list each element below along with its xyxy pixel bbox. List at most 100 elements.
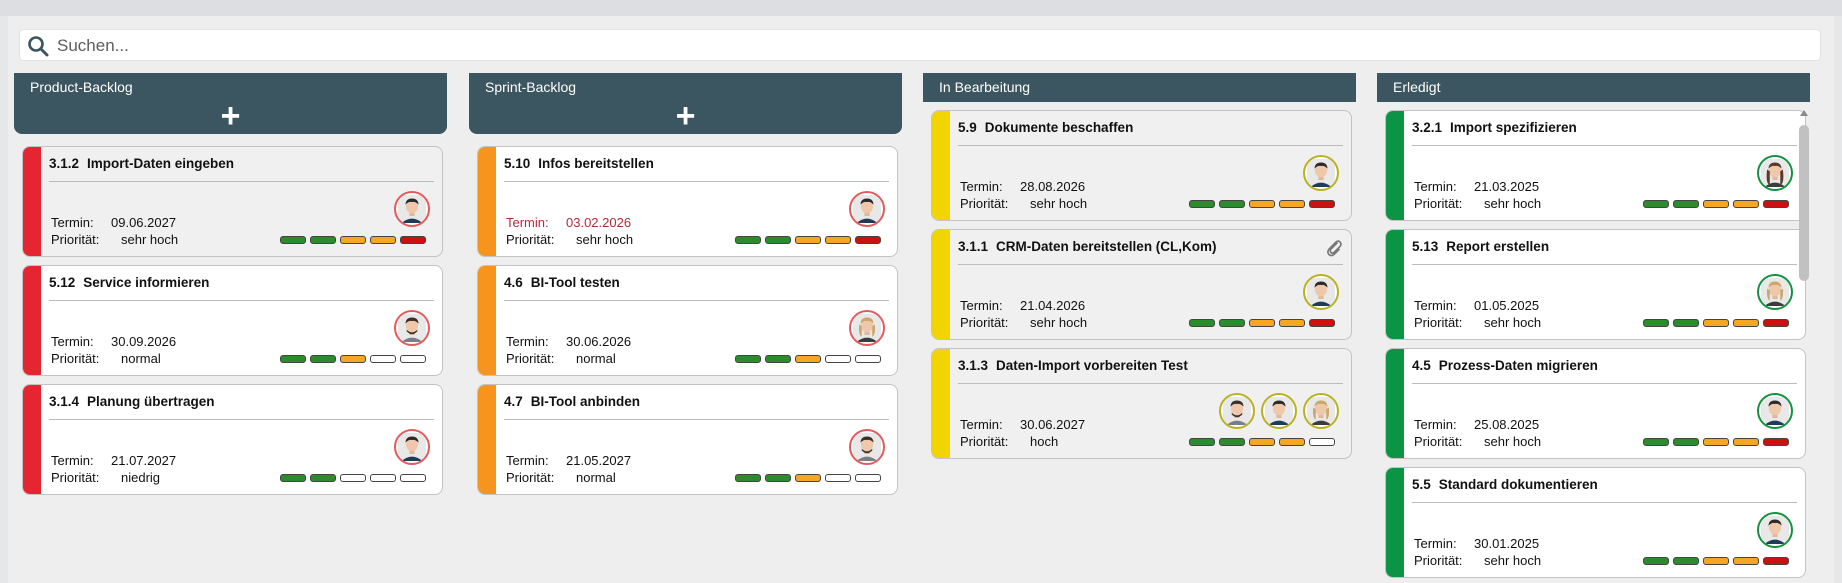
add-card-button[interactable]: +	[221, 99, 241, 133]
assignee-avatars	[1219, 393, 1339, 429]
card-title-text: BI-Tool testen	[530, 275, 620, 290]
card-divider	[1412, 145, 1797, 146]
search-icon	[28, 36, 49, 57]
priority-indicator	[280, 355, 426, 363]
avatar-man-beard[interactable]	[394, 310, 430, 346]
termin-value: 28.08.2026	[1020, 179, 1086, 194]
column-erledigt: Erledigt 3.2.1 Import spezifizieren Termi…	[1377, 73, 1810, 578]
assignee-avatars	[394, 191, 430, 227]
avatar-man-dark-hair[interactable]	[394, 191, 430, 227]
termin-label: Termin:	[506, 215, 549, 230]
priority-segment	[1763, 319, 1789, 327]
task-card[interactable]: 3.2.1 Import spezifizieren Termin: 21.03.2…	[1385, 110, 1806, 221]
card-divider	[49, 300, 434, 301]
termin-value: 30.06.2026	[566, 334, 632, 349]
priority-indicator	[735, 474, 881, 482]
avatar-woman-blonde[interactable]	[1303, 393, 1339, 429]
avatar-man-beard[interactable]	[1219, 393, 1255, 429]
task-card[interactable]: 3.1.1 CRM-Daten bereitstellen (CL,Kom) Te…	[931, 229, 1352, 340]
task-card[interactable]: 4.6 BI-Tool testen Termin: 30.06.2026 Prior…	[477, 265, 898, 376]
termin-label: Termin:	[506, 334, 549, 349]
prioritaet-value: sehr hoch	[1484, 434, 1542, 449]
add-card-button[interactable]: +	[676, 99, 696, 133]
task-card[interactable]: 4.5 Prozess-Daten migrieren Termin: 25.08.…	[1385, 348, 1806, 459]
status-color-bar	[1386, 349, 1404, 458]
card-title: 3.1.1 CRM-Daten bereitstellen (CL,Kom)	[958, 239, 1217, 254]
priority-segment	[1673, 200, 1699, 208]
priority-segment	[1673, 557, 1699, 565]
card-title-text: Daten-Import vorbereiten Test	[996, 358, 1188, 373]
priority-segment	[795, 474, 821, 482]
card-number: 3.1.1	[958, 239, 989, 254]
prioritaet-label: Priorität:	[51, 470, 100, 485]
card-divider	[49, 419, 434, 420]
card-title: 3.2.1 Import spezifizieren	[1412, 120, 1577, 135]
prioritaet-label: Priorität:	[1414, 434, 1463, 449]
priority-segment	[1673, 319, 1699, 327]
priority-indicator	[735, 236, 881, 244]
card-title-text: BI-Tool anbinden	[530, 394, 641, 409]
card-title-text: Dokumente beschaffen	[984, 120, 1134, 135]
task-card[interactable]: 3.1.2 Import-Daten eingeben Termin: 09.06.…	[22, 146, 443, 257]
task-card[interactable]: 5.9 Dokumente beschaffen Termin: 28.08.202…	[931, 110, 1352, 221]
column-in-bearbeitung: In Bearbeitung 5.9 Dokumente beschaffen T…	[923, 73, 1356, 459]
assignee-avatars	[1757, 512, 1793, 548]
priority-segment	[400, 355, 426, 363]
card-title-text: CRM-Daten bereitstellen (CL,Kom)	[996, 239, 1217, 254]
avatar-man-dark-hair[interactable]	[1261, 393, 1297, 429]
termin-label: Termin:	[51, 453, 94, 468]
prioritaet-label: Priorität:	[51, 351, 100, 366]
task-card[interactable]: 3.1.4 Planung übertragen Termin: 21.07.202…	[22, 384, 443, 495]
avatar-man-dark-hair[interactable]	[394, 429, 430, 465]
priority-segment	[1189, 200, 1215, 208]
avatar-man-dark-hair[interactable]	[849, 191, 885, 227]
termin-value: 21.07.2027	[111, 453, 177, 468]
task-card[interactable]: 5.10 Infos bereitstellen Termin: 03.02.202…	[477, 146, 898, 257]
priority-segment	[1219, 319, 1245, 327]
card-title-text: Report erstellen	[1446, 239, 1550, 254]
avatar-woman-long-hair[interactable]	[1757, 155, 1793, 191]
prioritaet-label: Priorität:	[1414, 196, 1463, 211]
prioritaet-label: Priorität:	[1414, 553, 1463, 568]
prioritaet-value: sehr hoch	[1484, 315, 1542, 330]
priority-segment	[1763, 557, 1789, 565]
status-color-bar	[478, 385, 496, 494]
avatar-man-dark-hair[interactable]	[1303, 155, 1339, 191]
avatar-man-dark-hair[interactable]	[1757, 512, 1793, 548]
priority-segment	[280, 355, 306, 363]
priority-segment	[855, 474, 881, 482]
avatar-woman-blonde[interactable]	[849, 310, 885, 346]
task-card[interactable]: 5.12 Service informieren Termin: 30.09.202…	[22, 265, 443, 376]
card-title-text: Infos bereitstellen	[538, 156, 654, 171]
prioritaet-label: Priorität:	[1414, 315, 1463, 330]
status-color-bar	[478, 147, 496, 256]
termin-label: Termin:	[51, 334, 94, 349]
search-bar[interactable]	[19, 29, 1821, 61]
termin-label: Termin:	[960, 298, 1003, 313]
card-title: 5.13 Report erstellen	[1412, 239, 1549, 254]
priority-indicator	[1643, 200, 1789, 208]
priority-segment	[1703, 557, 1729, 565]
search-input[interactable]	[55, 33, 1759, 59]
task-card[interactable]: 5.13 Report erstellen Termin: 01.05.2025 Pr…	[1385, 229, 1806, 340]
card-divider	[504, 300, 889, 301]
paperclip-icon[interactable]	[1325, 239, 1343, 257]
scroll-up-arrow-icon[interactable]	[1800, 110, 1808, 116]
avatar-man-beard[interactable]	[849, 429, 885, 465]
column-title: Product-Backlog	[30, 79, 133, 95]
scroll-thumb[interactable]	[1799, 125, 1809, 281]
priority-segment	[735, 474, 761, 482]
task-card[interactable]: 4.7 BI-Tool anbinden Termin: 21.05.2027 Pri…	[477, 384, 898, 495]
task-card[interactable]: 5.5 Standard dokumentieren Termin: 30.01.2…	[1385, 467, 1806, 578]
avatar-woman-blonde[interactable]	[1757, 274, 1793, 310]
priority-segment	[735, 236, 761, 244]
task-card[interactable]: 3.1.3 Daten-Import vorbereiten Test Termi…	[931, 348, 1352, 459]
card-number: 5.13	[1412, 239, 1439, 254]
scrollbar[interactable]	[1798, 108, 1810, 583]
avatar-man-dark-hair[interactable]	[1303, 274, 1339, 310]
card-number: 3.1.2	[49, 156, 80, 171]
status-color-bar	[1386, 230, 1404, 339]
status-color-bar	[23, 266, 41, 375]
avatar-man-dark-hair[interactable]	[1757, 393, 1793, 429]
priority-segment	[765, 236, 791, 244]
